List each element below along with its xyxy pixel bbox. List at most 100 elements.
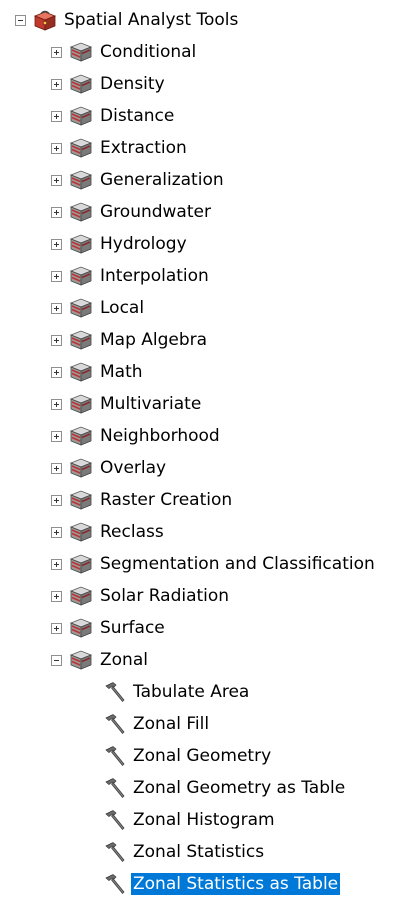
toolset-icon (69, 201, 93, 223)
toolset-label: Map Algebra (100, 330, 208, 350)
hammer-icon (104, 809, 126, 831)
toolset-distance[interactable]: Distance (51, 100, 176, 132)
tool-label: Tabulate Area (133, 682, 250, 702)
hammer-icon (104, 745, 126, 767)
toolset-label: Math (100, 362, 143, 382)
toolset-neighborhood[interactable]: Neighborhood (51, 420, 222, 452)
toolset-icon (69, 329, 93, 351)
toolset-label: Groundwater (100, 202, 211, 222)
toolset-local[interactable]: Local (51, 292, 146, 324)
expand-icon[interactable] (51, 334, 62, 346)
expand-icon[interactable] (51, 430, 62, 442)
hammer-icon (104, 713, 126, 735)
toolset-label: Distance (100, 106, 175, 126)
expand-icon[interactable] (51, 174, 62, 186)
toolset-extraction[interactable]: Extraction (51, 132, 189, 164)
toolset-icon (69, 265, 93, 287)
toolset-math[interactable]: Math (51, 356, 145, 388)
expand-icon[interactable] (51, 558, 62, 570)
tree-root-spatial-analyst-tools[interactable]: Spatial Analyst Tools (15, 4, 240, 36)
toolset-icon (69, 521, 93, 543)
expand-icon[interactable] (51, 494, 62, 506)
expand-icon[interactable] (51, 398, 62, 410)
toolset-overlay[interactable]: Overlay (51, 452, 168, 484)
toolset-conditional[interactable]: Conditional (51, 36, 198, 68)
expand-icon[interactable] (51, 142, 62, 154)
expand-icon[interactable] (51, 238, 62, 250)
expand-icon[interactable] (51, 526, 62, 538)
tool-label: Zonal Geometry (133, 746, 272, 766)
tool-zonal-geometry[interactable]: Zonal Geometry (104, 740, 273, 772)
tool-label: Zonal Statistics as Table (131, 873, 341, 895)
toolset-icon (69, 649, 93, 671)
toolset-interpolation[interactable]: Interpolation (51, 260, 211, 292)
toolset-label: Conditional (100, 42, 197, 62)
toolset-icon (69, 169, 93, 191)
toolset-icon (69, 617, 93, 639)
toolset-icon (69, 361, 93, 383)
toolset-hydrology[interactable]: Hydrology (51, 228, 189, 260)
tool-label: Zonal Fill (133, 714, 210, 734)
toolset-label: Extraction (100, 138, 187, 158)
expand-icon[interactable] (51, 622, 62, 634)
collapse-icon[interactable] (51, 654, 62, 666)
toolset-label: Local (100, 298, 145, 318)
tool-tabulate-area[interactable]: Tabulate Area (104, 676, 251, 708)
hammer-icon (104, 777, 126, 799)
expand-icon[interactable] (51, 462, 62, 474)
toolset-label: Multivariate (100, 394, 202, 414)
toolset-icon (69, 425, 93, 447)
tool-zonal-fill[interactable]: Zonal Fill (104, 708, 211, 740)
toolset-label: Overlay (100, 458, 167, 478)
tool-zonal-statistics-as-table[interactable]: Zonal Statistics as Table (104, 868, 341, 900)
toolset-label: Reclass (100, 522, 164, 542)
toolset-icon (69, 393, 93, 415)
collapse-icon[interactable] (15, 14, 26, 26)
toolset-icon (69, 105, 93, 127)
toolset-density[interactable]: Density (51, 68, 167, 100)
tool-zonal-statistics[interactable]: Zonal Statistics (104, 836, 266, 868)
toolset-icon (69, 297, 93, 319)
toolset-label: Interpolation (100, 266, 209, 286)
toolset-label: Generalization (100, 170, 224, 190)
toolset-generalization[interactable]: Generalization (51, 164, 226, 196)
tree-root-label: Spatial Analyst Tools (64, 10, 239, 30)
toolset-zonal[interactable]: Zonal (51, 644, 150, 676)
toolset-label: Solar Radiation (100, 586, 230, 606)
toolset-reclass[interactable]: Reclass (51, 516, 166, 548)
toolset-multivariate[interactable]: Multivariate (51, 388, 203, 420)
toolset-icon (69, 137, 93, 159)
expand-icon[interactable] (51, 302, 62, 314)
hammer-icon (104, 873, 126, 895)
expand-icon[interactable] (51, 366, 62, 378)
tool-label: Zonal Histogram (133, 810, 275, 830)
toolset-icon (69, 553, 93, 575)
expand-icon[interactable] (51, 46, 62, 58)
toolset-label: Raster Creation (100, 490, 233, 510)
hammer-icon (104, 841, 126, 863)
toolset-segmentation-and-classification[interactable]: Segmentation and Classification (51, 548, 377, 580)
toolset-label: Zonal (100, 650, 148, 670)
expand-icon[interactable] (51, 270, 62, 282)
expand-icon[interactable] (51, 590, 62, 602)
toolset-surface[interactable]: Surface (51, 612, 167, 644)
tool-label: Zonal Statistics (133, 842, 265, 862)
toolset-icon (69, 457, 93, 479)
expand-icon[interactable] (51, 206, 62, 218)
expand-icon[interactable] (51, 78, 62, 90)
toolset-icon (69, 73, 93, 95)
toolset-raster-creation[interactable]: Raster Creation (51, 484, 234, 516)
toolset-icon (69, 233, 93, 255)
expand-icon[interactable] (51, 110, 62, 122)
toolset-label: Segmentation and Classification (100, 554, 375, 574)
tool-zonal-histogram[interactable]: Zonal Histogram (104, 804, 277, 836)
toolset-map-algebra[interactable]: Map Algebra (51, 324, 209, 356)
red-toolbox-icon (33, 9, 57, 31)
tool-zonal-geometry-as-table[interactable]: Zonal Geometry as Table (104, 772, 347, 804)
toolset-label: Density (100, 74, 165, 94)
toolset-icon (69, 41, 93, 63)
toolset-icon (69, 489, 93, 511)
toolset-groundwater[interactable]: Groundwater (51, 196, 213, 228)
toolset-solar-radiation[interactable]: Solar Radiation (51, 580, 231, 612)
toolset-icon (69, 585, 93, 607)
